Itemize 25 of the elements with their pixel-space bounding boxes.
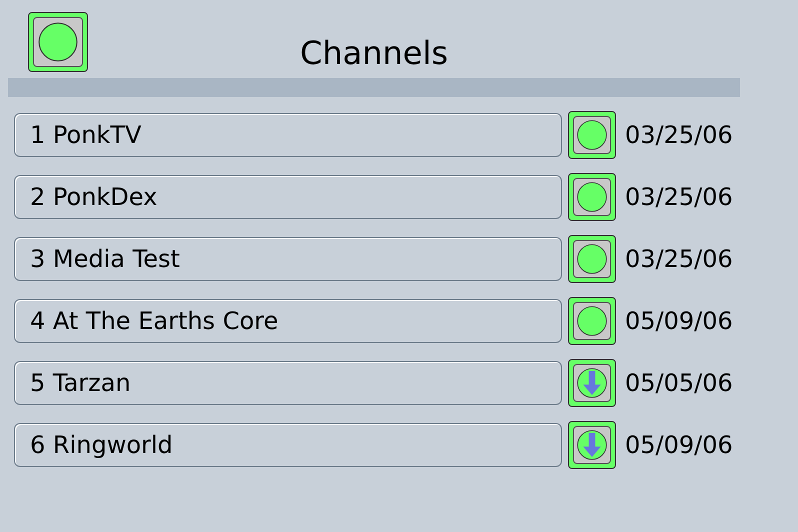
date-text: 05/09/06 (625, 431, 733, 459)
status-button[interactable] (568, 173, 616, 221)
page-title: Channels (298, 34, 450, 72)
status-button[interactable] (568, 111, 616, 159)
date-text: 03/25/06 (625, 183, 733, 211)
channel-button[interactable]: 4 At The Earths Core (14, 299, 562, 343)
status-button[interactable] (568, 421, 616, 469)
circle-icon (576, 305, 608, 337)
date-text: 05/09/06 (625, 307, 733, 335)
date-text: 03/25/06 (625, 245, 733, 273)
circle-icon (576, 181, 608, 213)
status-button[interactable] (568, 235, 616, 283)
status-button[interactable] (568, 359, 616, 407)
status-button[interactable] (28, 12, 88, 72)
circle-icon (576, 243, 608, 275)
channel-button[interactable]: 1 PonkTV (14, 113, 562, 157)
channel-button[interactable]: 5 Tarzan (14, 361, 562, 405)
date-text: 05/05/06 (625, 369, 733, 397)
circle-icon (37, 21, 79, 63)
date-text: 03/25/06 (625, 121, 733, 149)
circle-icon (576, 119, 608, 151)
status-button[interactable] (568, 297, 616, 345)
channel-button[interactable]: 3 Media Test (14, 237, 562, 281)
channel-button[interactable]: 6 Ringworld (14, 423, 562, 467)
channel-button[interactable]: 2 PonkDex (14, 175, 562, 219)
